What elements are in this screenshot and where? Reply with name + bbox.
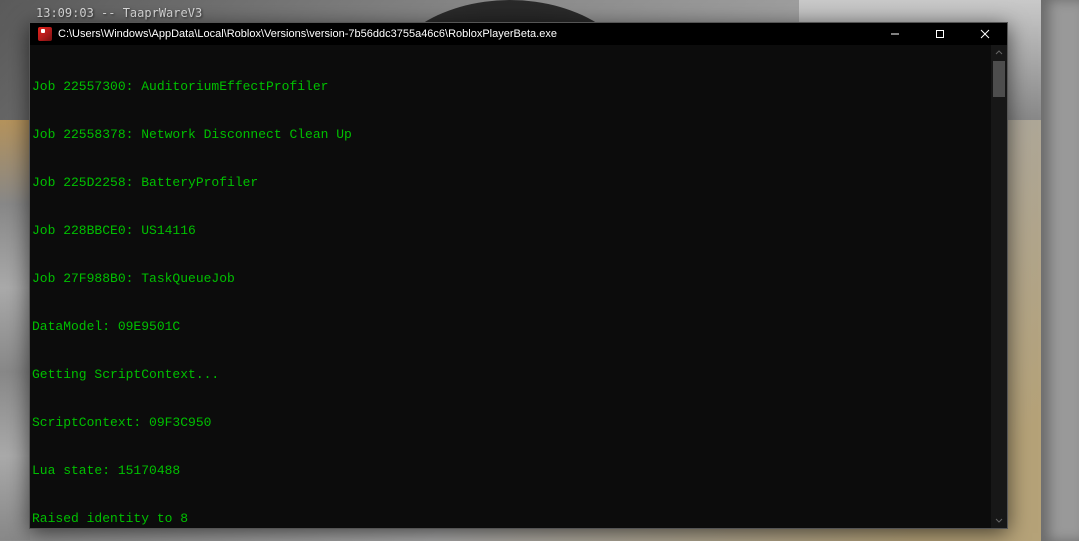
window-title: C:\Users\Windows\AppData\Local\Roblox\Ve… xyxy=(58,28,872,40)
console-line: DataModel: 09E9501C xyxy=(32,319,989,335)
maximize-icon xyxy=(935,29,945,39)
overlay-sep: -- xyxy=(94,6,123,20)
console-line: Raised identity to 8 xyxy=(32,511,989,527)
chevron-down-icon xyxy=(995,516,1003,524)
console-line: Getting ScriptContext... xyxy=(32,367,989,383)
close-icon xyxy=(980,29,990,39)
scroll-thumb[interactable] xyxy=(993,61,1005,97)
console-line: Job 225D2258: BatteryProfiler xyxy=(32,175,989,191)
app-icon xyxy=(38,27,52,41)
console-line: Job 22558378: Network Disconnect Clean U… xyxy=(32,127,989,143)
console-line: Job 22557300: AuditoriumEffectProfiler xyxy=(32,79,989,95)
console-line: ScriptContext: 09F3C950 xyxy=(32,415,989,431)
scroll-track[interactable] xyxy=(991,61,1007,512)
scrollbar[interactable] xyxy=(991,45,1007,528)
overlay-label: TaaprWareV3 xyxy=(123,6,202,20)
console-window: C:\Users\Windows\AppData\Local\Roblox\Ve… xyxy=(29,22,1008,529)
maximize-button[interactable] xyxy=(917,23,962,45)
console-body: Job 22557300: AuditoriumEffectProfiler J… xyxy=(30,45,1007,528)
close-button[interactable] xyxy=(962,23,1007,45)
console-line: Lua state: 15170488 xyxy=(32,463,989,479)
console-output[interactable]: Job 22557300: AuditoriumEffectProfiler J… xyxy=(30,45,991,528)
overlay-time: 13:09:03 xyxy=(36,6,94,20)
game-overlay-text: 13:09:03 -- TaaprWareV3 xyxy=(36,6,202,20)
console-line: Job 228BBCE0: US14116 xyxy=(32,223,989,239)
minimize-icon xyxy=(890,29,900,39)
backdrop-right xyxy=(1041,0,1079,541)
console-line: Job 27F988B0: TaskQueueJob xyxy=(32,271,989,287)
titlebar[interactable]: C:\Users\Windows\AppData\Local\Roblox\Ve… xyxy=(30,23,1007,45)
titlebar-buttons xyxy=(872,23,1007,45)
scroll-down-button[interactable] xyxy=(991,512,1007,528)
backdrop-left xyxy=(0,120,30,540)
scroll-up-button[interactable] xyxy=(991,45,1007,61)
chevron-up-icon xyxy=(995,49,1003,57)
minimize-button[interactable] xyxy=(872,23,917,45)
